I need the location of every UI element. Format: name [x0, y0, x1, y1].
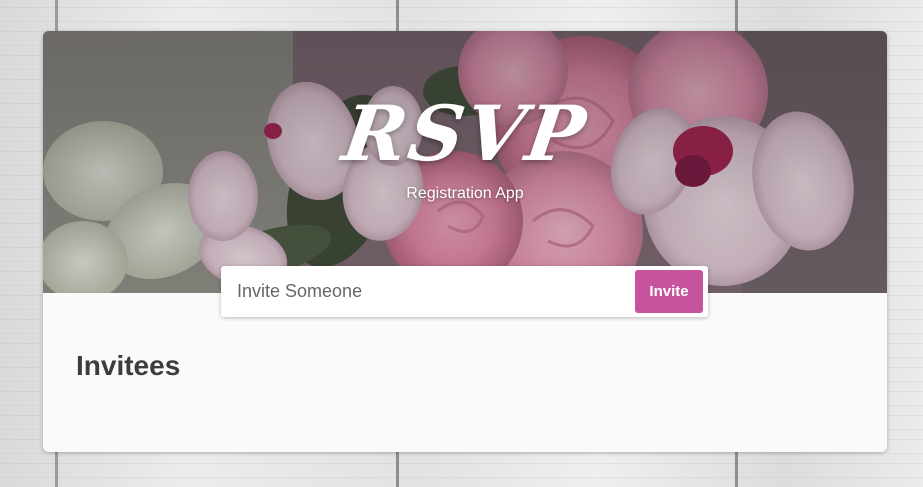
invitees-heading: Invitees	[76, 350, 181, 381]
invite-form: Invite	[221, 266, 708, 317]
app-title: RSVP	[337, 89, 593, 178]
app-subtitle: Registration App	[406, 185, 524, 202]
invite-input[interactable]	[235, 270, 629, 313]
invite-button[interactable]: Invite	[635, 270, 703, 313]
rsvp-card: RSVP Registration App Invite Invitees	[43, 31, 887, 452]
header-banner: RSVP Registration App	[43, 31, 887, 293]
